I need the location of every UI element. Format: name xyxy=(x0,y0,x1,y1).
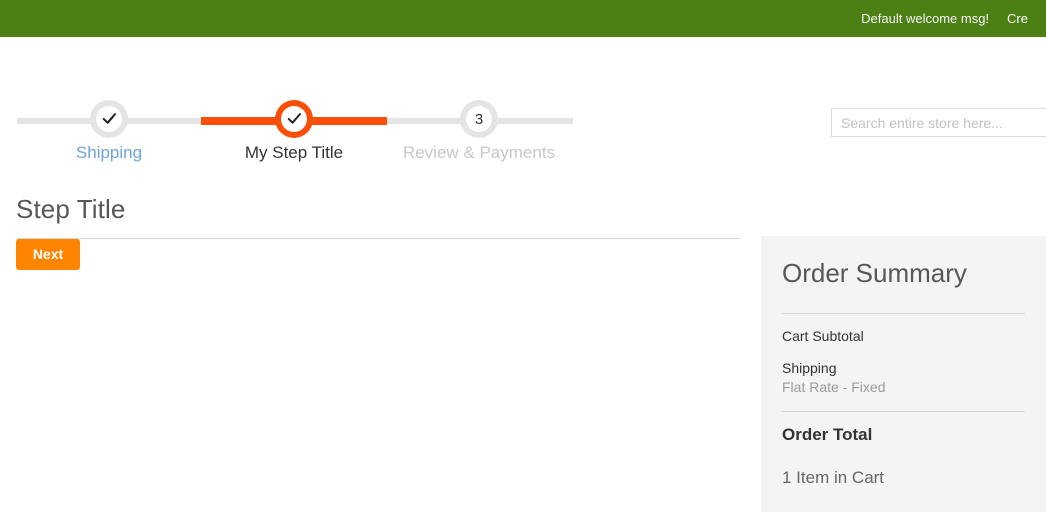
step-marker-my-step-title xyxy=(281,106,307,132)
shipping-method-label: Flat Rate - Fixed xyxy=(782,379,886,395)
progress-step-shipping[interactable]: Shipping xyxy=(19,100,199,164)
shipping-row: Shipping Flat Rate - Fixed xyxy=(782,359,1025,397)
top-panel: Default welcome msg! Cre xyxy=(0,0,1046,37)
step-marker-review-payments: 3 xyxy=(466,106,492,132)
create-account-link[interactable]: Cre xyxy=(1007,0,1046,37)
step-bullet-review-payments: 3 xyxy=(460,100,498,138)
progress-step-label-shipping[interactable]: Shipping xyxy=(19,142,199,164)
step-bullet-shipping xyxy=(90,100,128,138)
search-form xyxy=(831,108,1046,137)
check-icon xyxy=(287,112,301,124)
step-bullet-my-step-title xyxy=(275,100,313,138)
welcome-message: Default welcome msg! xyxy=(861,11,990,26)
title-divider xyxy=(16,238,740,239)
progress-step-label-my-step-title: My Step Title xyxy=(244,143,344,162)
order-summary-title: Order Summary xyxy=(782,258,967,288)
search-input[interactable] xyxy=(831,108,1046,137)
check-icon xyxy=(102,112,116,124)
items-in-cart-label[interactable]: 1 Item in Cart xyxy=(782,467,1025,489)
items-in-cart-row[interactable]: 1 Item in Cart xyxy=(782,446,1025,489)
checkout-page: Default welcome msg! Cre Shipping xyxy=(0,0,1046,512)
progress-step-my-step-title[interactable]: My Step Title xyxy=(204,100,384,164)
order-total-row: Order Total xyxy=(782,412,1025,446)
order-total-label: Order Total xyxy=(782,425,873,444)
cart-subtotal-label: Cart Subtotal xyxy=(782,328,864,344)
page-title: Step Title xyxy=(16,194,126,224)
order-totals: Cart Subtotal Shipping Flat Rate - Fixed xyxy=(782,314,1025,397)
progress-step-review-payments[interactable]: 3 Review & Payments xyxy=(389,100,569,164)
cart-subtotal-row: Cart Subtotal xyxy=(782,327,1025,346)
progress-step-label-review-payments: Review & Payments xyxy=(402,143,556,162)
shipping-label: Shipping xyxy=(782,360,837,376)
step-marker-shipping xyxy=(96,106,122,132)
order-summary-panel: Order Summary Cart Subtotal Shipping Fla… xyxy=(761,236,1046,512)
checkout-progress-bar: Shipping My Step Title 3 Review & Paymen… xyxy=(0,100,760,176)
next-button[interactable]: Next xyxy=(16,239,80,270)
top-panel-links: Default welcome msg! Cre xyxy=(861,0,1046,37)
